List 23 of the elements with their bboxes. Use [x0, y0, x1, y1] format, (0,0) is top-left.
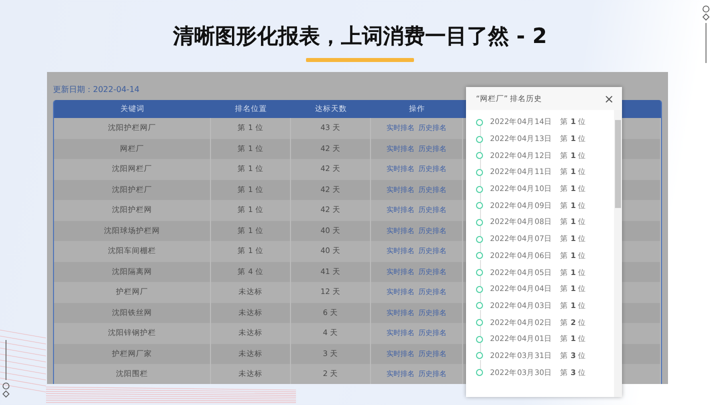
timeline-dot-icon [476, 118, 483, 126]
timeline-dot-icon [476, 152, 483, 160]
timeline-dot-icon [476, 202, 483, 210]
timeline-dot-icon [476, 168, 483, 176]
timeline-dot-icon [476, 236, 483, 243]
timeline-dot-icon [476, 252, 483, 260]
timeline-dot-icon [476, 352, 483, 360]
timeline-dot-icon [476, 269, 483, 276]
timeline-dot-icon [476, 336, 483, 343]
timeline-dot-icon [476, 218, 483, 226]
timeline-dot-icon [476, 286, 483, 293]
timeline-dot-icon [476, 186, 483, 193]
timeline-dot-icon [476, 319, 483, 326]
dots-line-drawing [700, 5, 712, 65]
close-button[interactable]: × [604, 92, 614, 104]
timeline-dot-icon [476, 369, 483, 376]
update-date: 更新日期：2022-04-14 [53, 84, 140, 96]
dots-line-drawing [0, 340, 12, 400]
scrollbar-thumb[interactable] [615, 120, 621, 208]
timeline-dot-icon [476, 302, 483, 310]
slide-title: 清晰图形化报表，上词消费一目了然 - 2 [173, 23, 547, 50]
timeline-dot-icon [476, 136, 483, 143]
scrollbar[interactable] [614, 110, 622, 397]
